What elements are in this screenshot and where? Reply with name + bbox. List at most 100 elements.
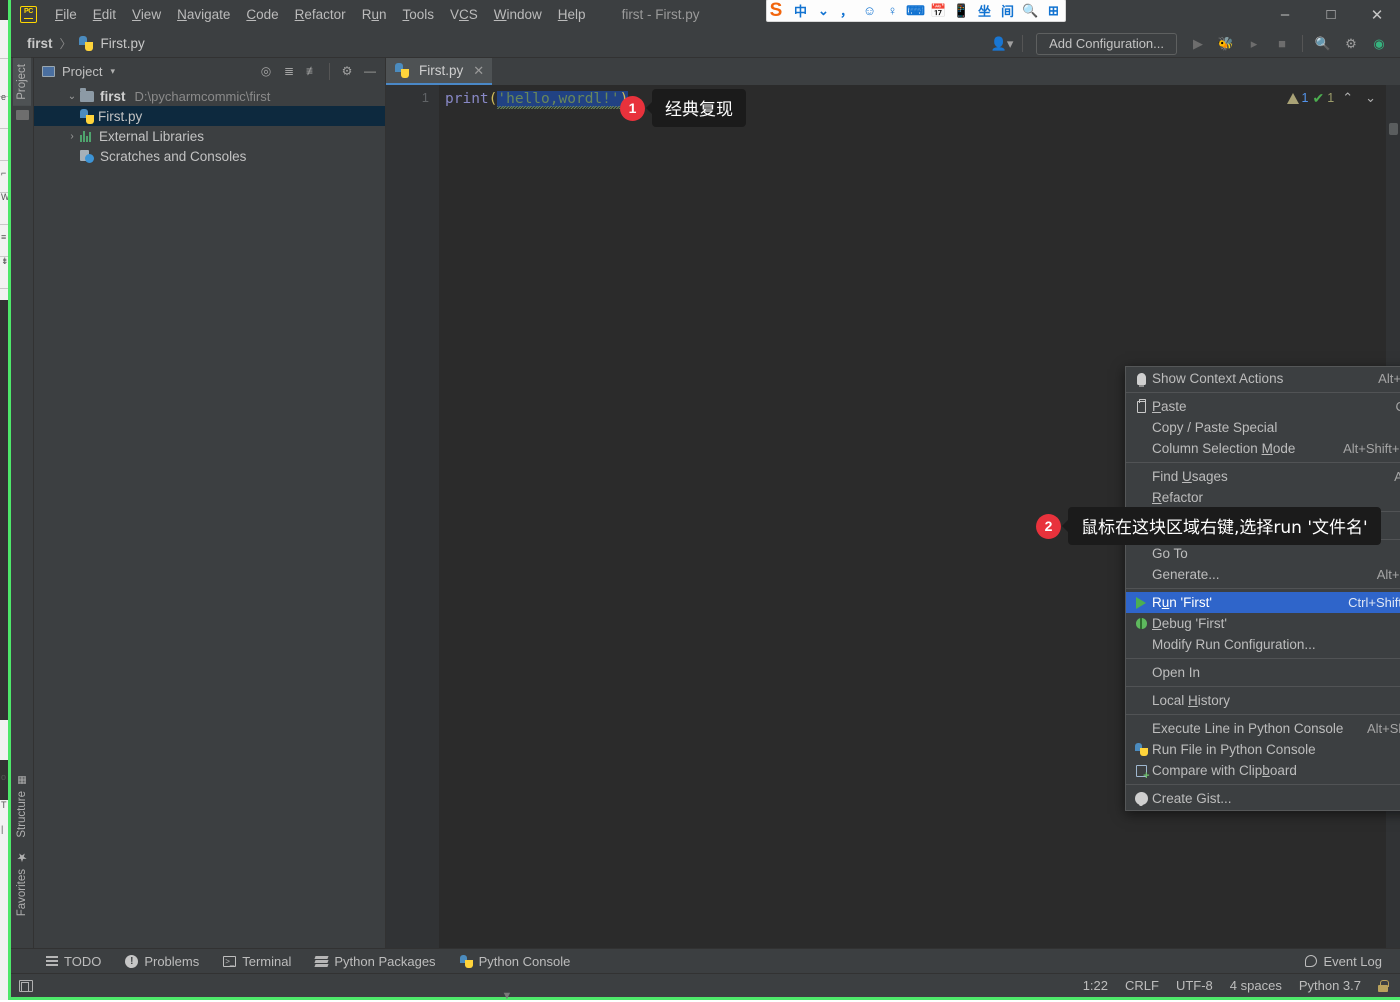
menu-item-edit[interactable]: Edit <box>85 4 124 25</box>
search-everywhere-icon[interactable]: 🔍 <box>1310 32 1336 56</box>
maximize-button[interactable]: □ <box>1308 0 1354 29</box>
callout-2-number: 2 <box>1036 514 1061 539</box>
collapse-all-icon[interactable]: ≢ <box>301 61 323 81</box>
menu-create-gist[interactable]: Create Gist... <box>1126 788 1400 809</box>
packages-icon <box>315 956 328 967</box>
menu-item-file[interactable]: File <box>47 4 85 25</box>
menu-go-to[interactable]: Go To › <box>1126 543 1400 564</box>
settings-icon[interactable]: ⚙ <box>1338 32 1364 56</box>
breadcrumb-project[interactable]: first <box>27 36 53 51</box>
menu-item-tools[interactable]: Tools <box>394 4 442 25</box>
code-editor[interactable]: print('hello,wordl!') 1 经典复现 Show Contex… <box>439 85 1386 948</box>
lock-icon[interactable] <box>1378 980 1388 992</box>
user-select-icon[interactable]: 👤▾ <box>989 32 1015 56</box>
close-button[interactable]: ✕ <box>1354 0 1400 29</box>
tree-row-scratches[interactable]: Scratches and Consoles <box>34 146 385 166</box>
menu-column-selection-mode[interactable]: Column Selection Mode Alt+Shift+Insert <box>1126 438 1400 459</box>
hide-icon[interactable]: — <box>359 61 381 81</box>
ime-button-space[interactable]: 间 <box>996 0 1019 22</box>
menu-item-code[interactable]: Code <box>238 4 286 25</box>
menu-item-window[interactable]: Window <box>486 4 550 25</box>
menu-local-history[interactable]: Local History › <box>1126 690 1400 711</box>
tree-row-first-py[interactable]: First.py <box>34 106 385 126</box>
ime-apps-icon[interactable]: ⊞ <box>1042 0 1065 22</box>
inspection-widget[interactable]: 1 ✔ 1 ⌃ ⌄ <box>1287 85 1386 111</box>
tool-button-problems[interactable]: ! Problems <box>113 954 211 969</box>
close-icon[interactable]: ✕ <box>473 63 484 79</box>
ime-toolbar[interactable]: S 中 ⌄ ， ☺ ♀ ⌨ 📅 📱 坐 间 🔍 ⊞ <box>766 0 1066 22</box>
debug-icon[interactable]: 🐝 <box>1213 32 1239 56</box>
editor-scrollbar-thumb[interactable] <box>1389 123 1398 135</box>
editor-context-menu[interactable]: Show Context Actions Alt+Enter Paste Ctr… <box>1125 366 1400 811</box>
tool-button-label: Python Packages <box>334 954 435 969</box>
next-highlight-icon[interactable]: ⌄ <box>1361 90 1380 106</box>
file-encoding[interactable]: UTF-8 <box>1176 978 1213 993</box>
tab-first-py[interactable]: First.py ✕ <box>386 58 492 85</box>
menu-item-view[interactable]: View <box>124 4 169 25</box>
chevron-down-icon[interactable]: ▾ <box>110 66 115 77</box>
ime-button-extra[interactable]: 坐 <box>973 0 996 22</box>
menu-copy-paste-special[interactable]: Copy / Paste Special › <box>1126 417 1400 438</box>
menu-paste[interactable]: Paste Ctrl+V <box>1126 396 1400 417</box>
sidebar-item-project[interactable]: Project <box>13 58 31 106</box>
ime-button-skin[interactable]: ♀ <box>881 0 904 22</box>
code-line-1[interactable]: print('hello,wordl!') <box>439 90 1386 109</box>
menu-show-context-actions[interactable]: Show Context Actions Alt+Enter <box>1126 368 1400 389</box>
tool-button-todo[interactable]: TODO <box>34 954 113 969</box>
minimize-button[interactable]: – <box>1262 0 1308 29</box>
ime-button-calendar[interactable]: 📅 <box>927 0 950 22</box>
updates-icon[interactable]: ◉ <box>1366 32 1392 56</box>
sidebar-item-structure[interactable]: Structure ▦ <box>13 769 31 844</box>
expand-all-icon[interactable]: ≣ <box>278 61 300 81</box>
event-log-button[interactable]: Event Log <box>1305 954 1400 969</box>
warning-indicator[interactable]: 1 <box>1287 91 1309 105</box>
ime-button-punct[interactable]: ， <box>835 0 858 22</box>
menu-debug-first[interactable]: Debug 'First' <box>1126 613 1400 634</box>
ime-button-chinese[interactable]: 中 <box>789 0 812 22</box>
ime-search-icon[interactable]: 🔍 <box>1019 0 1042 22</box>
twisty-icon[interactable]: ⌄ <box>64 91 80 102</box>
line-separator[interactable]: CRLF <box>1125 978 1159 993</box>
editor-viewport: 1 print('hello,wordl!') 1 经典复现 Show Cont… <box>386 85 1400 948</box>
tool-button-terminal[interactable]: >_ Terminal <box>211 954 303 969</box>
menu-run-file-in-python-console[interactable]: Run File in Python Console <box>1126 739 1400 760</box>
menu-open-in[interactable]: Open In › <box>1126 662 1400 683</box>
stop-icon[interactable]: ■ <box>1269 32 1295 56</box>
add-configuration-button[interactable]: Add Configuration... <box>1036 33 1177 55</box>
menu-item-help[interactable]: Help <box>550 4 594 25</box>
menu-find-usages[interactable]: Find Usages Alt+F7 <box>1126 466 1400 487</box>
tree-row-external-libraries[interactable]: › External Libraries <box>34 126 385 146</box>
ok-indicator[interactable]: ✔ 1 <box>1313 90 1335 107</box>
menu-refactor[interactable]: Refactor › <box>1126 487 1400 508</box>
python-interpreter[interactable]: Python 3.7 <box>1299 978 1361 993</box>
sidebar-item-favorites[interactable]: Favorites ★ <box>12 844 32 922</box>
sogou-logo-icon[interactable]: S <box>763 0 789 22</box>
run-icon[interactable]: ▶ <box>1185 32 1211 56</box>
menu-item-navigate[interactable]: Navigate <box>169 4 238 25</box>
settings-icon[interactable]: ⚙ <box>336 61 358 81</box>
coverage-icon[interactable]: ▸ <box>1241 32 1267 56</box>
tree-row-first[interactable]: ⌄ first D:\pycharmcommic\first <box>34 86 385 106</box>
menu-modify-run-configuration[interactable]: Modify Run Configuration... <box>1126 634 1400 655</box>
indent-setting[interactable]: 4 spaces <box>1230 978 1282 993</box>
layout-icon[interactable] <box>19 980 33 992</box>
menu-execute-line-in-python-console[interactable]: Execute Line in Python Console Alt+Shift… <box>1126 718 1400 739</box>
twisty-icon[interactable]: › <box>64 131 80 142</box>
previous-highlight-icon[interactable]: ⌃ <box>1338 90 1357 106</box>
ime-button-keyboard[interactable]: ⌨ <box>904 0 927 22</box>
menu-compare-with-clipboard[interactable]: Compare with Clipboard <box>1126 760 1400 781</box>
ime-button-mode[interactable]: ⌄ <box>812 0 835 22</box>
menu-item-refactor[interactable]: Refactor <box>287 4 354 25</box>
tool-button-python-packages[interactable]: Python Packages <box>303 954 447 969</box>
menu-run-first[interactable]: Run 'First' Ctrl+Shift+F10 <box>1126 592 1400 613</box>
ime-button-phone[interactable]: 📱 <box>950 0 973 22</box>
menu-item-vcs[interactable]: VCS <box>442 4 486 25</box>
ime-button-emoji[interactable]: ☺ <box>858 0 881 22</box>
breadcrumb-file[interactable]: First.py <box>101 36 145 51</box>
menu-item-run[interactable]: Run <box>354 4 395 25</box>
caret-position[interactable]: 1:22 <box>1083 978 1108 993</box>
tool-button-python-console[interactable]: Python Console <box>448 954 583 969</box>
menu-generate[interactable]: Generate... Alt+Insert <box>1126 564 1400 585</box>
sidebar-item-structure-label: Structure <box>16 791 28 838</box>
locate-icon[interactable]: ◎ <box>255 61 277 81</box>
